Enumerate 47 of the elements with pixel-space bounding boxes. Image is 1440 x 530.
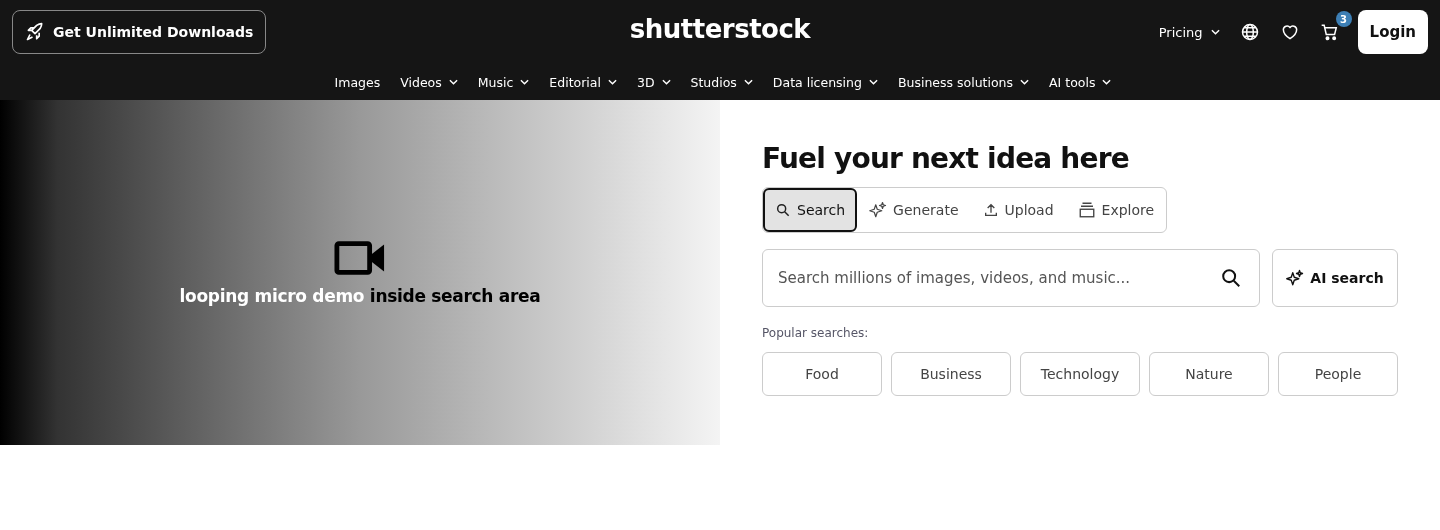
search-icon[interactable] <box>1220 267 1242 289</box>
mode-tab[interactable]: Upload <box>970 188 1066 232</box>
caret-icon <box>743 79 753 85</box>
mode-tab[interactable]: Search <box>763 188 858 232</box>
ai-search-button[interactable]: AI search <box>1272 249 1398 307</box>
sparkle-icon <box>869 201 888 219</box>
caret-icon <box>448 79 458 85</box>
popular-search-chip[interactable]: Business <box>891 352 1011 396</box>
nav-item[interactable]: Music <box>477 74 530 90</box>
upload-icon <box>982 202 999 218</box>
video-camera-icon <box>334 239 386 276</box>
nav-item[interactable]: Videos <box>400 74 458 90</box>
nav-item[interactable]: Data licensing <box>772 74 878 90</box>
mode-tab[interactable]: Explore <box>1065 188 1167 232</box>
caret-icon <box>607 79 617 85</box>
pricing-menu[interactable]: Pricing <box>1158 24 1220 40</box>
mode-tab[interactable]: Generate <box>857 188 971 232</box>
stack-icon <box>1077 201 1096 219</box>
nav-item[interactable]: Editorial <box>549 74 617 90</box>
caret-icon <box>520 79 530 85</box>
search-icon <box>775 202 791 218</box>
nav-item[interactable]: Studios <box>690 74 753 90</box>
popular-search-chip[interactable]: Food <box>762 352 882 396</box>
caret-icon <box>1210 29 1220 35</box>
popular-search-chip[interactable]: People <box>1278 352 1398 396</box>
nav-item[interactable]: 3D <box>636 74 671 90</box>
caret-icon <box>1102 79 1112 85</box>
sparkle-icon <box>1286 269 1305 287</box>
nav-item[interactable]: AI tools <box>1049 74 1112 90</box>
promo-button[interactable]: Get Unlimited Downloads <box>12 10 267 54</box>
popular-search-chip[interactable]: Nature <box>1149 352 1269 396</box>
search-field[interactable]: Search millions of images, videos, and music... <box>762 249 1260 307</box>
nav-item[interactable]: Business solutions <box>897 74 1030 90</box>
nav-item[interactable]: Images <box>334 74 381 90</box>
demo-caption: looping micro demo inside search area <box>179 285 541 306</box>
popular-searches-label: Popular searches: <box>762 326 870 340</box>
login-button[interactable]: Login <box>1357 10 1428 54</box>
logo[interactable]: shutterstock <box>629 14 811 44</box>
caret-icon <box>868 79 878 85</box>
globe-icon[interactable] <box>1239 22 1260 42</box>
rocket-icon <box>25 22 45 42</box>
cart-count-badge: 3 <box>1335 11 1352 27</box>
popular-search-chip[interactable]: Technology <box>1020 352 1140 396</box>
cart-icon[interactable] <box>1319 22 1340 42</box>
hero-title: Fuel your next idea here <box>762 142 1130 175</box>
caret-icon <box>1020 79 1030 85</box>
caret-icon <box>661 79 671 85</box>
